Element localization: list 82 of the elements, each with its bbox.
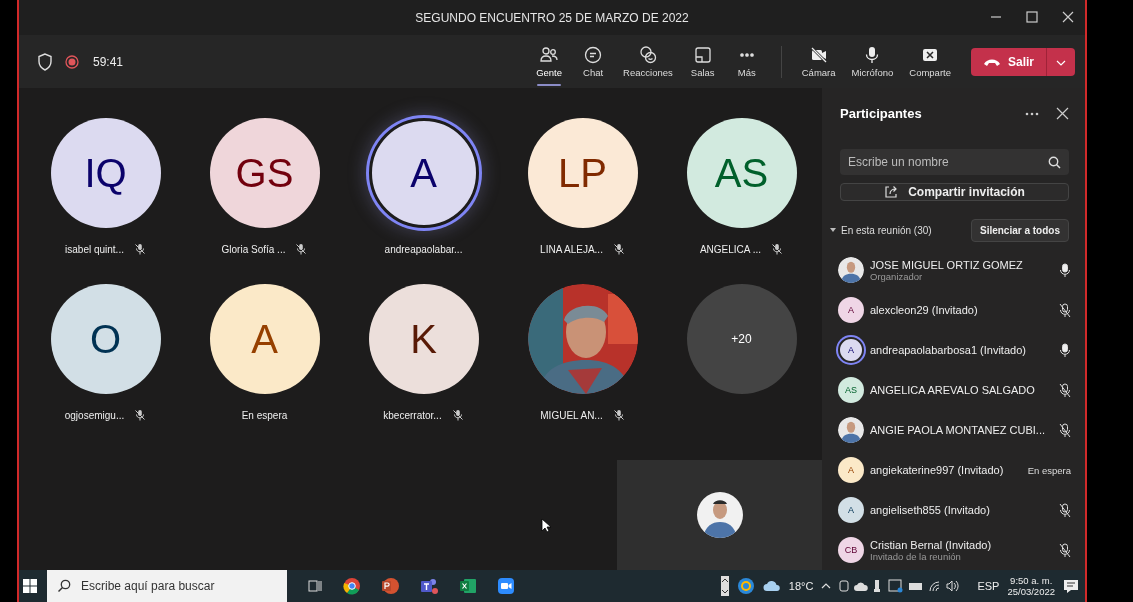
notifications-icon[interactable]: [1063, 578, 1079, 594]
leave-button[interactable]: Salir: [971, 47, 1046, 76]
participant-name: angieliseth855 (Invitado): [870, 504, 991, 516]
caret-icon: [1056, 60, 1066, 66]
toolbar-button[interactable]: Salas: [682, 41, 723, 82]
search-icon: [1048, 156, 1061, 169]
chat-icon: [583, 45, 604, 65]
participant-avatar: A: [209, 284, 320, 394]
participant-name: MIGUEL AN...: [540, 409, 603, 421]
participant-avatar: IQ: [50, 118, 161, 228]
toolbar-button[interactable]: Comparte: [903, 41, 957, 82]
cursor-icon: [541, 518, 551, 533]
participant-avatar: LP: [527, 118, 638, 228]
caret-up-icon[interactable]: [821, 582, 832, 590]
participant-name: alexcleon29 (Invitado): [870, 304, 979, 316]
participant-role: Organizador: [870, 270, 924, 282]
participant-name: LINA ALEJA...: [540, 243, 603, 255]
participant-avatar: O: [50, 284, 161, 394]
windows-start-icon[interactable]: [23, 579, 37, 593]
more-options-icon[interactable]: [1024, 110, 1040, 117]
weather-temperature[interactable]: 18°C: [788, 580, 814, 592]
presentation-app-icon[interactable]: [381, 577, 399, 595]
caret-icon: [830, 228, 836, 233]
participant-name: Gloria Sofía ...: [221, 243, 286, 255]
participant-avatar: K: [368, 284, 479, 394]
spreadsheet-app-icon[interactable]: [459, 577, 477, 595]
participant-name: andreapaolabar...: [384, 243, 463, 255]
more-icon: [739, 53, 754, 57]
rooms-icon: [692, 45, 713, 65]
leave-options-button[interactable]: [1046, 47, 1075, 76]
toolbar-button[interactable]: Cámara: [795, 41, 842, 82]
participant-status: En espera: [1027, 464, 1071, 476]
participant-name: Cristian Bernal (Invitado): [870, 538, 993, 551]
search-field[interactable]: Escribe un nombre: [840, 149, 1069, 175]
toolbar-button[interactable]: Reacciones: [617, 41, 679, 82]
teams-app-icon[interactable]: [419, 577, 439, 595]
participant-name: isabel quint...: [65, 243, 124, 255]
mute-all-button[interactable]: Silenciar a todos: [970, 219, 1069, 242]
weather-icon[interactable]: [762, 580, 781, 592]
input-language[interactable]: ESP: [977, 580, 1000, 592]
browser-icon[interactable]: [343, 577, 361, 595]
meeting-timer: 59:41: [93, 54, 124, 69]
shield-icon[interactable]: [37, 52, 53, 71]
participant-avatar: AS: [838, 377, 864, 403]
section-toggle[interactable]: En esta reunión (30): [830, 225, 932, 236]
participant-name: andreapaolabarbosa1 (Invitado): [870, 344, 1027, 356]
task-view-icon[interactable]: [307, 578, 323, 594]
panel-title: Participantes: [840, 106, 923, 121]
toolbar-button[interactable]: Micrófono: [845, 41, 900, 82]
participant-avatar: A: [838, 297, 864, 323]
participant-avatar: A: [838, 457, 864, 483]
video-app-icon[interactable]: [497, 577, 515, 595]
scroll-arrows-icon[interactable]: [720, 576, 729, 596]
participant-name: ANGELICA AREVALO SALGADO: [870, 384, 1036, 396]
participant-name: angiekaterine997 (Invitado): [870, 464, 1005, 476]
close-icon[interactable]: [1061, 10, 1075, 24]
participant-role: Invitado de la reunión: [870, 550, 961, 562]
participant-name: JOSE MIGUEL ORTIZ GOMEZ: [870, 258, 1024, 271]
participant-name: ANGIE PAOLA MONTANEZ CUBI...: [870, 424, 1046, 436]
taskbar-search-field[interactable]: Escribe aquí para buscar: [47, 570, 287, 602]
participant-name: ANGELICA ...: [699, 243, 762, 255]
participant-avatar: A: [838, 337, 864, 363]
participant-name: En espera: [241, 409, 288, 421]
share-invitation-button[interactable]: Compartir invitación: [840, 183, 1069, 201]
clock-time[interactable]: 9:50 a. m.: [1010, 574, 1053, 586]
clock-date[interactable]: 25/03/2022: [1007, 586, 1055, 598]
participant-avatar: AS: [686, 118, 797, 228]
participant-avatar: A: [368, 118, 479, 228]
participant-avatar: CB: [838, 537, 864, 563]
camera-off-icon: [808, 45, 829, 65]
participant-name: kbecerrator...: [383, 409, 442, 421]
window-title: SEGUNDO ENCUENTRO 25 DE MARZO DE 2022: [415, 10, 689, 25]
emoji-icon: [637, 45, 658, 65]
maximize-icon[interactable]: [1025, 10, 1039, 24]
close-icon[interactable]: [1056, 107, 1069, 120]
toolbar-button[interactable]: Más: [726, 41, 767, 82]
participant-avatar: GS: [209, 118, 320, 228]
toolbar-button[interactable]: Chat: [573, 41, 614, 82]
people-icon: [539, 45, 560, 65]
participant-name: ogjosemigu...: [64, 409, 125, 421]
participant-avatar: A: [838, 497, 864, 523]
overflow-count[interactable]: +20: [686, 284, 797, 394]
